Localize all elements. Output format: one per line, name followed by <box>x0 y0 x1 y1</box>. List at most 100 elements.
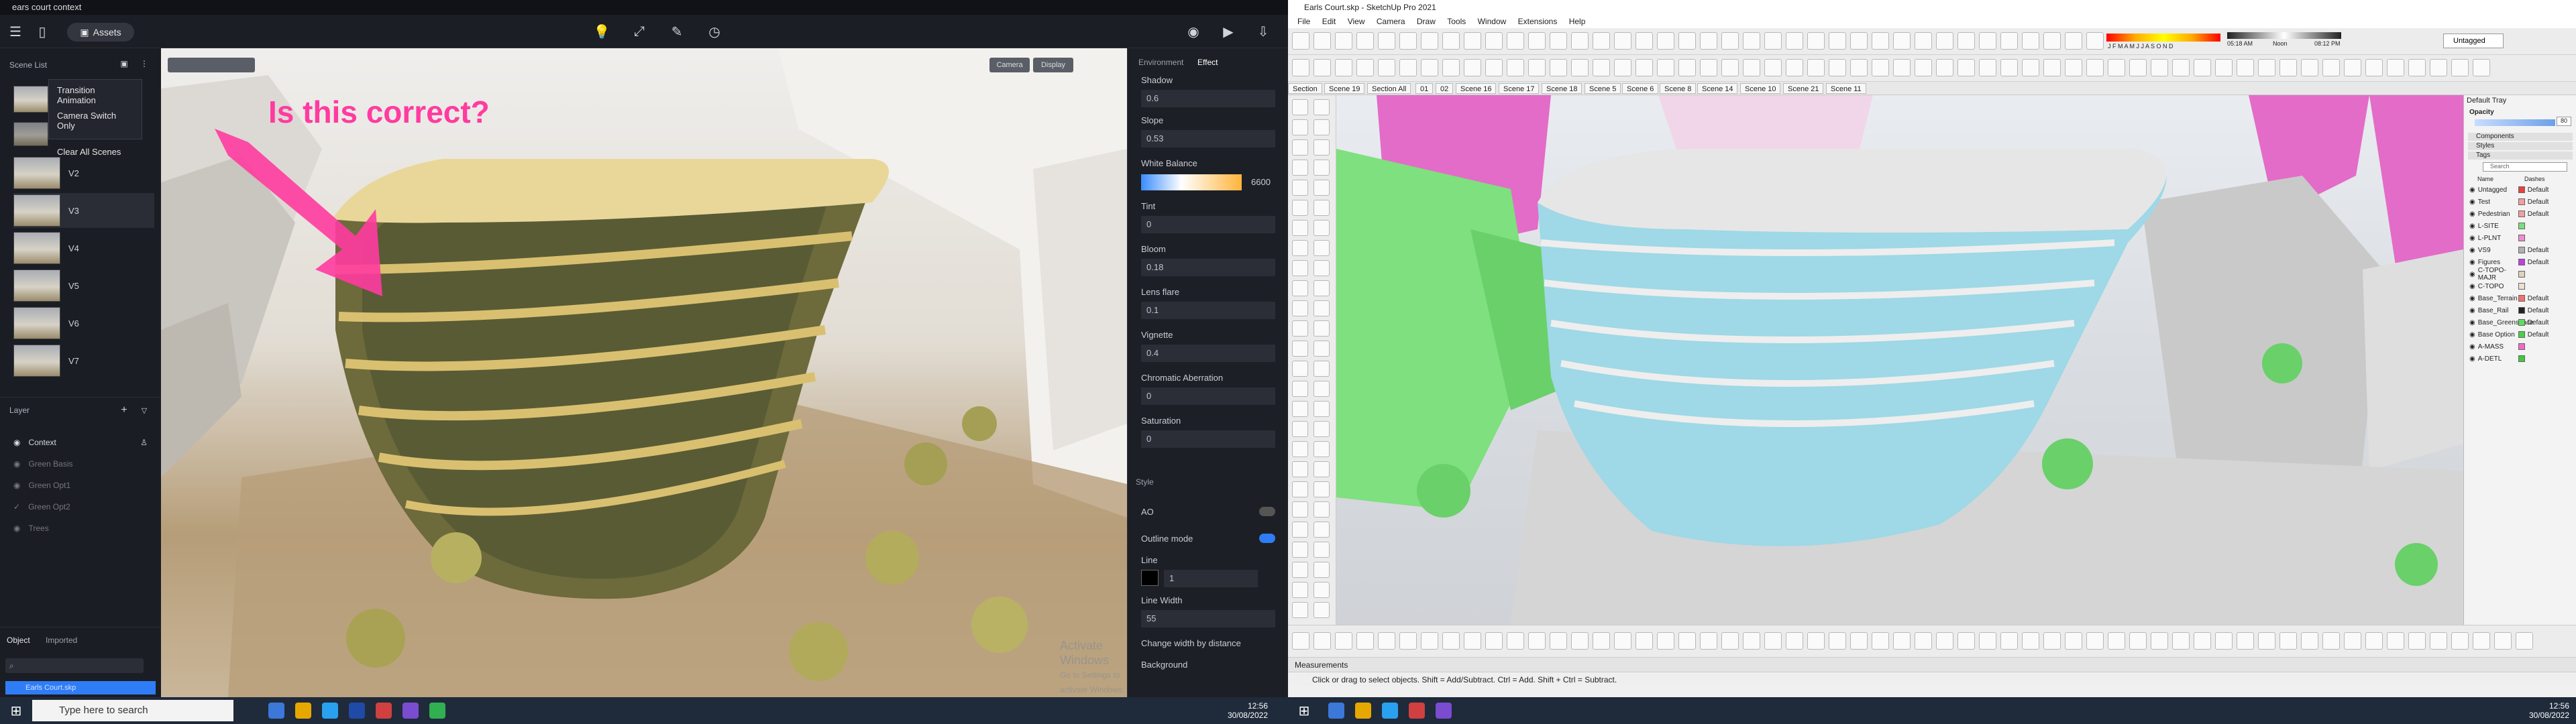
components-section[interactable]: Components <box>2468 133 2573 141</box>
filter-icon[interactable]: ▽ <box>138 404 150 416</box>
taskbar-app-icon[interactable] <box>1355 703 1371 719</box>
toolbar-tool-icon[interactable] <box>1464 632 1481 650</box>
drawing-tool-icon[interactable] <box>1313 501 1330 518</box>
toolbar-tool-icon[interactable] <box>1979 59 1996 76</box>
camera-icon[interactable]: ◉ <box>1185 23 1202 40</box>
toolbar-tool-icon[interactable] <box>2451 632 2469 650</box>
toolbar-tool-icon[interactable] <box>2108 632 2125 650</box>
toolbar-tool-icon[interactable] <box>2000 632 2018 650</box>
drawing-tool-icon[interactable] <box>1292 562 1308 578</box>
taskbar-app-icon[interactable] <box>295 703 311 719</box>
tag-color-swatch[interactable] <box>2518 259 2525 265</box>
drawing-tool-icon[interactable] <box>1313 602 1330 618</box>
drawing-tool-icon[interactable] <box>1313 200 1330 216</box>
export-icon[interactable]: ⇩ <box>1254 23 1272 40</box>
tag-dashes[interactable]: Default <box>2528 210 2549 218</box>
tag-color-swatch[interactable] <box>2518 355 2525 362</box>
toolbar-tool-icon[interactable] <box>2065 32 2082 50</box>
tags-section[interactable]: Tags <box>2468 152 2573 160</box>
toolbar-tool-icon[interactable] <box>2516 632 2533 650</box>
toolbar-tool-icon[interactable] <box>2279 59 2297 76</box>
tag-row[interactable]: ◉ Untagged Default <box>2469 185 2573 194</box>
taskbar-app-icon[interactable] <box>322 703 338 719</box>
toolbar-tool-icon[interactable] <box>1421 59 1438 76</box>
tag-dashes[interactable]: Default <box>2528 331 2549 339</box>
menu-item-transition-animation[interactable]: Transition Animation <box>49 82 142 108</box>
drawing-tool-icon[interactable] <box>1313 180 1330 196</box>
shadow-time-slider[interactable] <box>2227 32 2341 39</box>
toolbar-tool-icon[interactable] <box>1571 32 1589 50</box>
toolbar-tool-icon[interactable] <box>1872 32 1889 50</box>
drawing-tool-icon[interactable] <box>1292 119 1308 135</box>
toolbar-tool-icon[interactable] <box>1850 59 1868 76</box>
tag-color-swatch[interactable] <box>2518 343 2525 350</box>
toolbar-tool-icon[interactable] <box>1893 32 1911 50</box>
drawing-tool-icon[interactable] <box>1313 260 1330 276</box>
sketchup-viewport[interactable] <box>1336 95 2463 625</box>
toolbar-tool-icon[interactable] <box>1657 632 1674 650</box>
toolbar-tool-icon[interactable] <box>2387 59 2404 76</box>
toolbar-tool-icon[interactable] <box>1764 32 1782 50</box>
drawing-tool-icon[interactable] <box>1292 341 1308 357</box>
tag-color-swatch[interactable] <box>2518 283 2525 290</box>
toolbar-tool-icon[interactable] <box>2451 59 2469 76</box>
tag-dashes[interactable]: Default <box>2528 319 2549 326</box>
tag-color-swatch[interactable] <box>2518 198 2525 205</box>
toolbar-tool-icon[interactable] <box>1378 59 1395 76</box>
toolbar-tool-icon[interactable] <box>1614 59 1631 76</box>
scene-tab[interactable]: 01 <box>1415 83 1434 94</box>
object-tab[interactable]: Object <box>7 636 30 645</box>
toolbar-tool-icon[interactable] <box>1764 59 1782 76</box>
toolbar-tool-icon[interactable] <box>1292 32 1309 50</box>
drawing-tool-icon[interactable] <box>1292 320 1308 337</box>
drawing-tool-icon[interactable] <box>1292 180 1308 196</box>
drawing-tool-icon[interactable] <box>1313 139 1330 156</box>
tag-dashes[interactable]: Default <box>2528 186 2549 194</box>
toolbar-tool-icon[interactable] <box>1635 32 1653 50</box>
toolbar-tool-icon[interactable] <box>1378 632 1395 650</box>
scene-tab[interactable]: Scene 14 <box>1697 83 1738 94</box>
scene-tab[interactable]: Scene 11 <box>1826 83 1866 94</box>
scene-tab[interactable]: Scene 6 <box>1622 83 1659 94</box>
toolbar-tool-icon[interactable] <box>2322 632 2340 650</box>
toolbar-tool-icon[interactable] <box>1442 632 1460 650</box>
eye-icon[interactable]: ◉ <box>2469 247 2475 254</box>
toolbar-tool-icon[interactable] <box>1979 632 1996 650</box>
drawing-tool-icon[interactable] <box>1313 461 1330 477</box>
imported-tab[interactable]: Imported <box>46 636 77 645</box>
drawing-tool-icon[interactable] <box>1292 481 1308 497</box>
toolbar-tool-icon[interactable] <box>1507 59 1524 76</box>
toolbar-tool-icon[interactable] <box>1507 632 1524 650</box>
taskbar-app-icon[interactable] <box>376 703 392 719</box>
scene-tab[interactable]: Scene 16 <box>1456 83 1497 94</box>
toolbar-tool-icon[interactable] <box>2408 632 2426 650</box>
toolbar-tool-icon[interactable] <box>1550 59 1567 76</box>
line-input[interactable]: 1 <box>1164 570 1258 587</box>
eye-icon[interactable]: ◉ <box>2469 343 2475 351</box>
toolbar-tool-icon[interactable] <box>1915 32 1932 50</box>
toolbar-tool-icon[interactable] <box>2000 59 2018 76</box>
drawing-tool-icon[interactable] <box>1292 461 1308 477</box>
toolbar-tool-icon[interactable] <box>1721 59 1739 76</box>
add-layer-icon[interactable]: + <box>118 404 130 416</box>
drawing-tool-icon[interactable] <box>1292 139 1308 156</box>
toolbar-tool-icon[interactable] <box>1807 32 1825 50</box>
toolbar-tool-icon[interactable] <box>2043 59 2061 76</box>
taskbar-app-icon[interactable] <box>1382 703 1398 719</box>
drawing-tool-icon[interactable] <box>1313 240 1330 256</box>
toolbar-tool-icon[interactable] <box>2065 632 2082 650</box>
eye-icon[interactable]: ◉ <box>2469 186 2475 194</box>
toolbar-tool-icon[interactable] <box>1850 632 1868 650</box>
drawing-tool-icon[interactable] <box>1292 260 1308 276</box>
menu-item-clear-all-scenes[interactable]: Clear All Scenes <box>49 144 142 160</box>
tag-color-swatch[interactable] <box>2518 223 2525 229</box>
assets-button[interactable]: ▣ Assets <box>67 23 134 42</box>
tag-row[interactable]: ◉ L-PLNT <box>2469 233 2573 243</box>
tag-dashes[interactable]: Default <box>2528 247 2549 254</box>
toolbar-tool-icon[interactable] <box>1721 32 1739 50</box>
scene-item-v3[interactable]: V3 <box>13 193 154 228</box>
toolbar-tool-icon[interactable] <box>2065 59 2082 76</box>
toolbar-tool-icon[interactable] <box>1850 32 1868 50</box>
toolbar-tool-icon[interactable] <box>1743 32 1760 50</box>
menu-tools[interactable]: Tools <box>1447 15 1466 28</box>
